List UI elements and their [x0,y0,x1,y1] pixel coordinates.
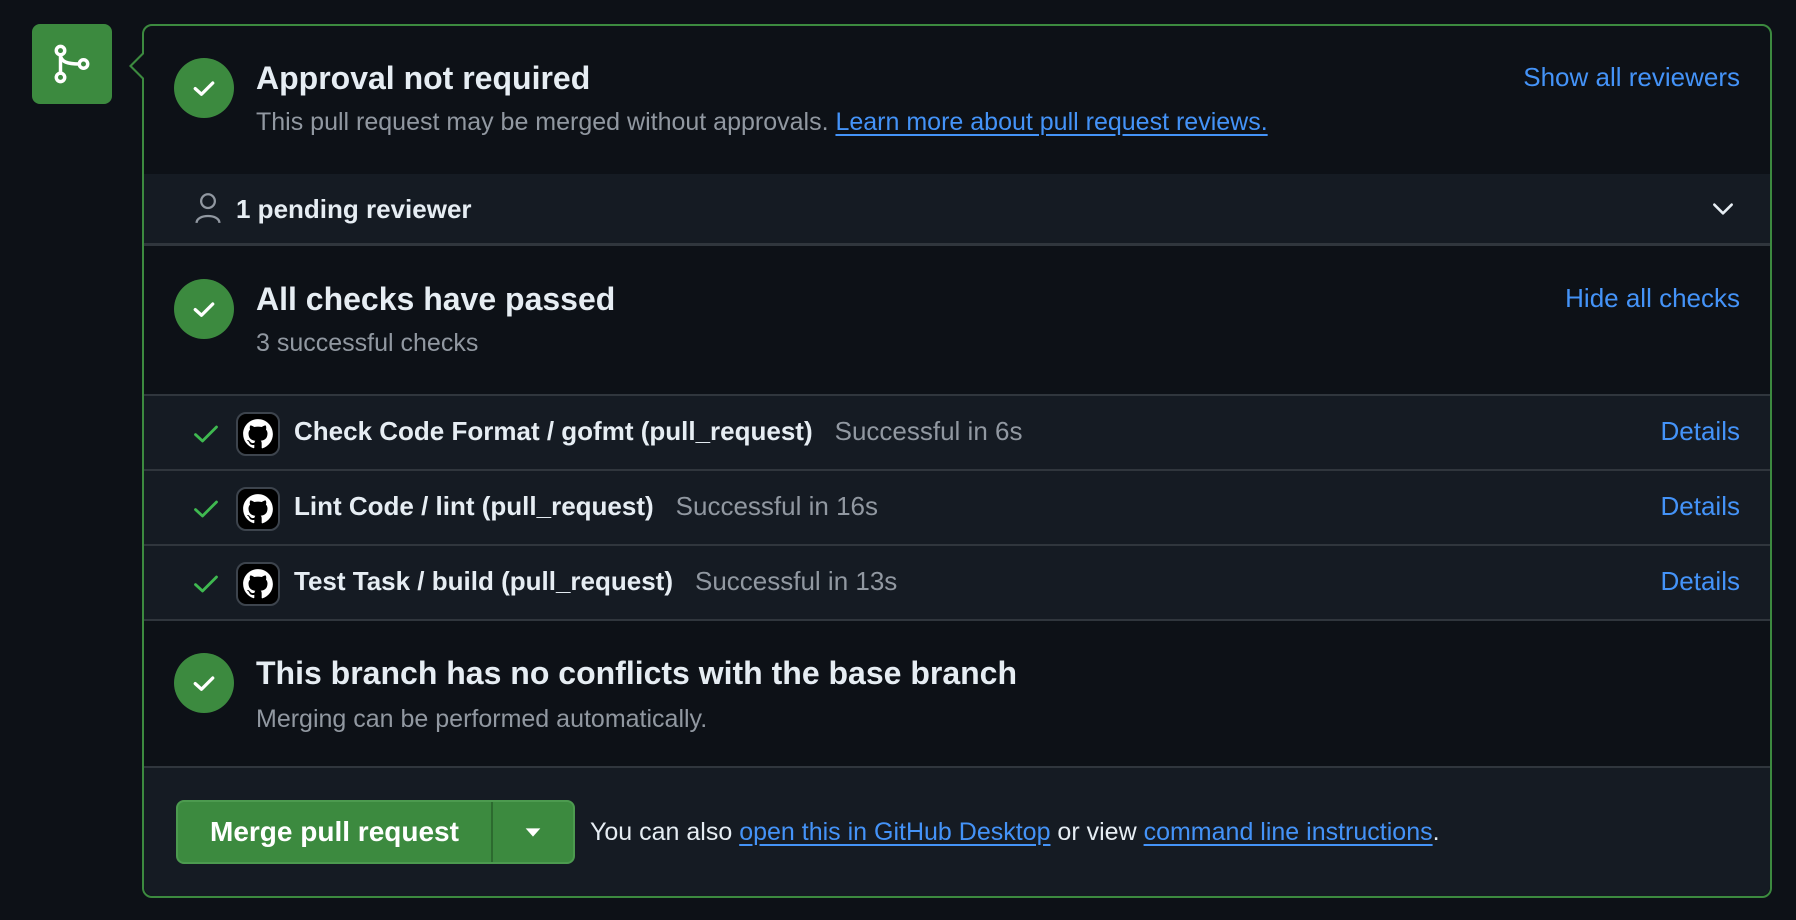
suffix-text: . [1432,818,1440,846]
github-desktop-link[interactable]: open this in GitHub Desktop [739,818,1050,846]
panel-caret-inner [132,54,144,78]
check-icon [194,425,218,443]
github-logo-icon [236,562,280,606]
approval-subtitle-text: This pull request may be merged without … [256,108,829,136]
show-all-reviewers-link[interactable]: Show all reviewers [1523,62,1740,93]
details-link[interactable]: Details [1661,566,1740,597]
github-logo-icon [236,487,280,531]
merge-button-group: Merge pull request [176,800,575,864]
check-icon [194,575,218,593]
pending-reviewer-label: 1 pending reviewer [236,194,472,224]
checks-subtitle: 3 successful checks [256,329,479,357]
details-link[interactable]: Details [1661,416,1740,447]
check-status: Successful in 6s [834,416,1023,446]
check-text: Test Task / build (pull_request) Successf… [294,566,897,597]
checks-section: All checks have passed 3 successful chec… [144,249,1770,369]
check-status: Successful in 13s [694,566,898,596]
checks-title: All checks have passed [256,281,616,317]
conflicts-title: This branch has no conflicts with the ba… [256,655,1018,691]
or-view-text: or view [1050,818,1144,846]
approval-subtitle: This pull request may be merged without … [256,108,1268,137]
command-line-instructions-link[interactable]: command line instructions [1144,818,1433,846]
conflicts-section: This branch has no conflicts with the ba… [144,621,1770,766]
merge-alternatives-text: You can also open this in GitHub Desktop… [590,818,1440,847]
person-icon [195,193,221,224]
details-link[interactable]: Details [1661,491,1740,522]
checks-check-icon [174,279,234,339]
check-row: Test Task / build (pull_request) Successf… [144,544,1770,619]
check-row: Lint Code / lint (pull_request) Successfu… [144,469,1770,544]
chevron-down-icon[interactable] [1710,196,1736,222]
git-merge-icon-box [32,24,112,104]
approval-title: Approval not required [256,60,591,96]
hide-all-checks-link[interactable]: Hide all checks [1565,283,1740,314]
check-icon [194,500,218,518]
merge-options-dropdown[interactable] [493,802,573,862]
merge-status-panel: Approval not required This pull request … [142,24,1772,898]
approval-check-icon [174,58,234,118]
github-logo-icon [236,412,280,456]
check-name: Test Task / build (pull_request) [294,566,673,596]
approval-section: Approval not required This pull request … [144,26,1770,174]
learn-more-link[interactable]: Learn more about pull request reviews. [835,108,1267,136]
git-merge-icon [54,44,90,84]
check-text: Check Code Format / gofmt (pull_request)… [294,416,1022,447]
conflicts-check-icon [174,653,234,713]
check-status: Successful in 16s [675,491,878,521]
check-name: Lint Code / lint (pull_request) [294,491,654,521]
also-prefix: You can also [590,818,740,846]
triangle-down-icon [525,828,541,837]
pending-reviewer-row[interactable]: 1 pending reviewer [144,174,1770,246]
conflicts-subtitle: Merging can be performed automatically. [256,705,708,733]
merge-footer: Merge pull request You can also open thi… [144,768,1770,896]
check-name: Check Code Format / gofmt (pull_request) [294,416,813,446]
check-row: Check Code Format / gofmt (pull_request)… [144,394,1770,469]
check-text: Lint Code / lint (pull_request) Successfu… [294,491,878,522]
merge-pull-request-button[interactable]: Merge pull request [178,802,493,862]
